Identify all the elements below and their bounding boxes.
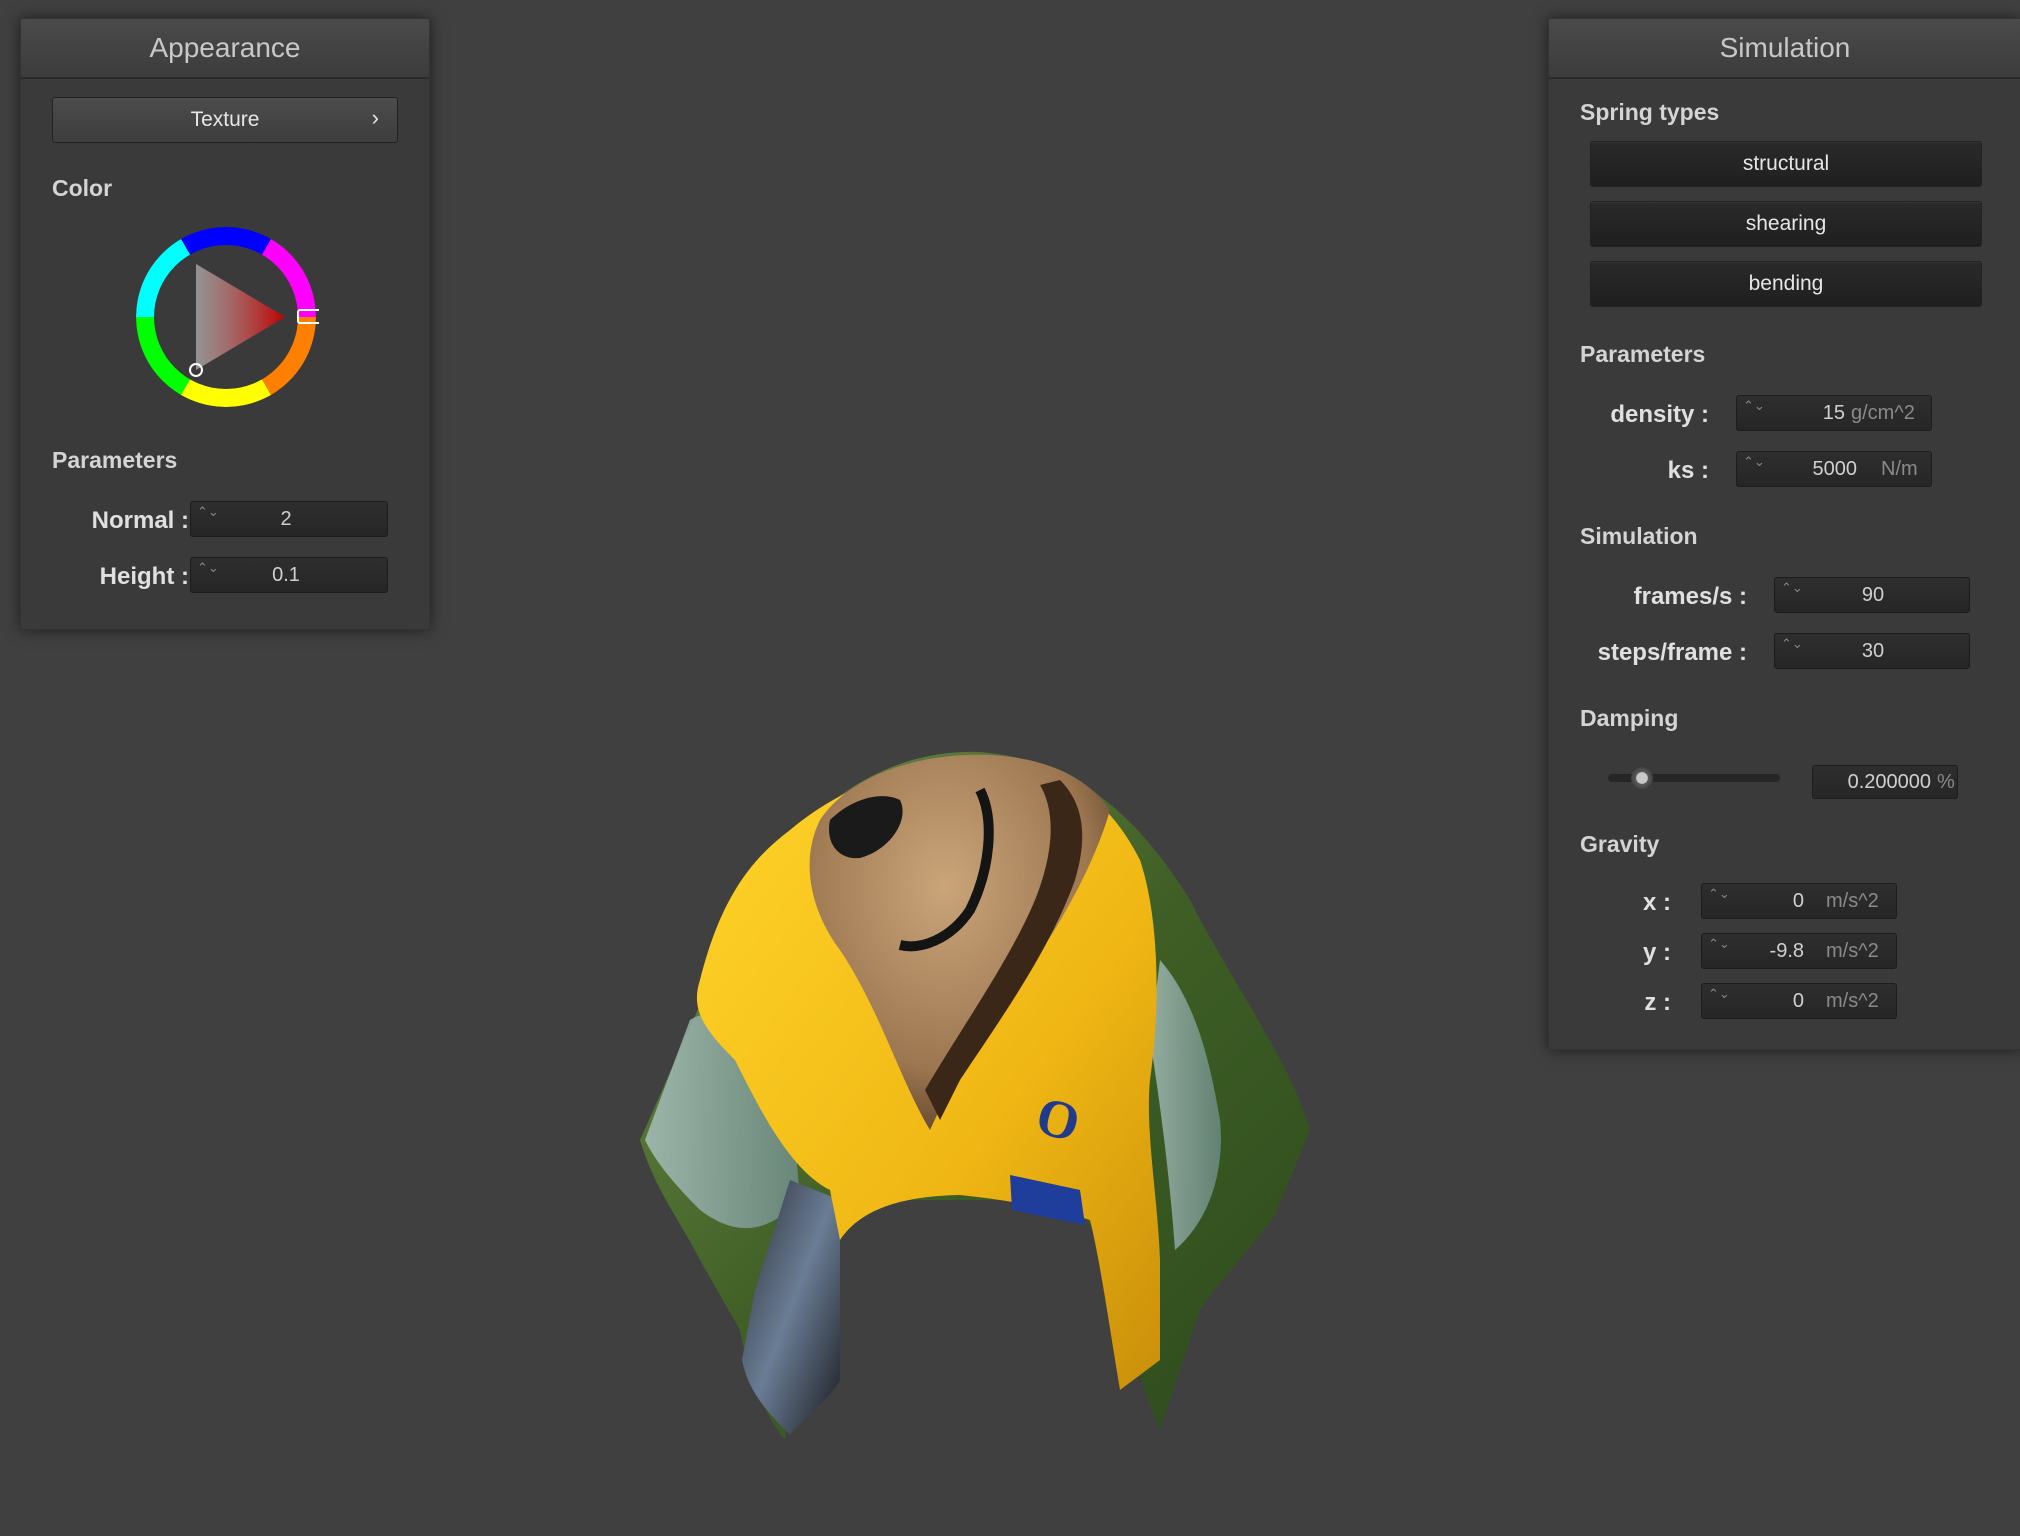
density-input[interactable]: ⌃⌄ 15 g/cm^2 — [1736, 395, 1932, 431]
steps-label: steps/frame : — [1597, 639, 1747, 666]
color-label: Color — [52, 175, 113, 201]
gravity-z-value: 0 — [1792, 990, 1804, 1012]
spin-arrows-icon[interactable]: ⌃⌄ — [1708, 987, 1730, 1000]
height-value: 0.1 — [272, 564, 300, 586]
gravity-label: Gravity — [1580, 831, 1660, 857]
color-wheel-icon[interactable] — [133, 224, 319, 410]
normal-input[interactable]: ⌃⌄ 2 — [190, 501, 388, 537]
spin-arrows-icon[interactable]: ⌃⌄ — [1708, 887, 1730, 900]
chevron-right-icon: › — [371, 105, 379, 130]
damping-knob[interactable] — [1631, 767, 1654, 789]
gravity-z-label: z : — [1644, 989, 1671, 1016]
appearance-panel: Appearance Texture › Color Parameters No… — [20, 18, 430, 630]
ks-value: 5000 — [1812, 458, 1858, 480]
shearing-label: shearing — [1745, 212, 1827, 235]
normal-label: Normal : — [91, 507, 189, 534]
spin-arrows-icon[interactable]: ⌃⌄ — [1781, 581, 1803, 594]
simulation-panel-title: Simulation — [1549, 19, 2020, 79]
fps-label: frames/s : — [1633, 583, 1747, 610]
density-unit: g/cm^2 — [1851, 402, 1915, 424]
damping-unit: % — [1937, 771, 1955, 793]
fps-input[interactable]: ⌃⌄ 90 — [1774, 577, 1970, 613]
gravity-y-unit: m/s^2 — [1826, 940, 1879, 962]
density-value: 15 — [1822, 402, 1845, 424]
spin-arrows-icon[interactable]: ⌃⌄ — [1743, 399, 1765, 412]
ks-input[interactable]: ⌃⌄ 5000 N/m — [1736, 451, 1932, 487]
damping-label: Damping — [1580, 705, 1679, 731]
spin-arrows-icon[interactable]: ⌃⌄ — [1708, 937, 1730, 950]
normal-value: 2 — [280, 508, 292, 530]
gravity-x-label: x : — [1642, 889, 1671, 916]
structural-label: structural — [1742, 152, 1830, 175]
steps-input[interactable]: ⌃⌄ 30 — [1774, 633, 1970, 669]
steps-value: 30 — [1861, 640, 1885, 662]
texture-button[interactable]: Texture › — [52, 97, 398, 143]
gravity-x-input[interactable]: ⌃⌄ 0 m/s^2 — [1701, 883, 1897, 919]
simulation-panel: Simulation Spring types structural shear… — [1548, 18, 2020, 1050]
spin-arrows-icon[interactable]: ⌃⌄ — [197, 505, 219, 518]
ks-label: ks : — [1667, 457, 1709, 484]
density-label: density : — [1610, 401, 1709, 428]
gravity-y-input[interactable]: ⌃⌄ -9.8 m/s^2 — [1701, 933, 1897, 969]
appearance-panel-title: Appearance — [21, 19, 429, 79]
ks-unit: N/m — [1881, 458, 1918, 480]
gravity-y-label: y : — [1642, 939, 1671, 966]
spring-types-label: Spring types — [1580, 99, 1720, 125]
height-input[interactable]: ⌃⌄ 0.1 — [190, 557, 388, 593]
damping-value: 0.200000 — [1847, 771, 1931, 793]
texture-button-label: Texture — [190, 108, 260, 131]
gravity-z-input[interactable]: ⌃⌄ 0 m/s^2 — [1701, 983, 1897, 1019]
damping-slider[interactable] — [1608, 763, 1780, 793]
spin-arrows-icon[interactable]: ⌃⌄ — [1743, 455, 1765, 468]
gravity-x-value: 0 — [1792, 890, 1804, 912]
bending-label: bending — [1748, 272, 1824, 295]
gravity-z-unit: m/s^2 — [1826, 990, 1879, 1012]
shearing-button[interactable]: shearing — [1590, 201, 1982, 247]
spin-arrows-icon[interactable]: ⌃⌄ — [197, 561, 219, 574]
structural-button[interactable]: structural — [1590, 141, 1982, 187]
appearance-parameters-label: Parameters — [52, 447, 178, 473]
fps-value: 90 — [1861, 584, 1885, 606]
damping-input[interactable]: 0.200000 % — [1812, 765, 1958, 799]
sim-parameters-label: Parameters — [1580, 341, 1706, 367]
bending-button[interactable]: bending — [1590, 261, 1982, 307]
gravity-x-unit: m/s^2 — [1826, 890, 1879, 912]
height-label: Height : — [99, 563, 189, 590]
gravity-y-value: -9.8 — [1769, 940, 1804, 962]
sim-simulation-label: Simulation — [1580, 523, 1698, 549]
spin-arrows-icon[interactable]: ⌃⌄ — [1781, 637, 1803, 650]
